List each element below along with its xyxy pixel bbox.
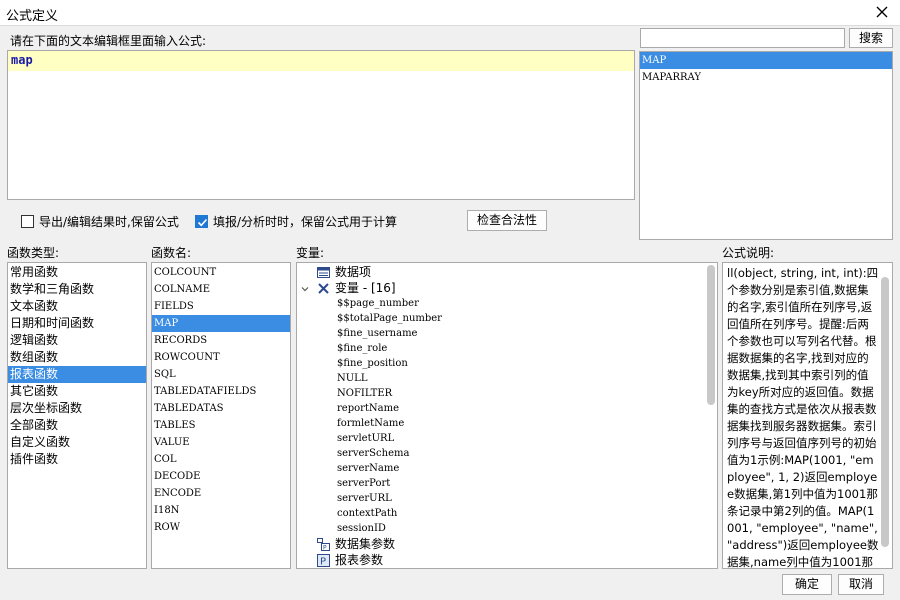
formula-text[interactable]: map	[8, 51, 634, 71]
function-type-item[interactable]: 层次坐标函数	[8, 400, 146, 417]
function-name-item[interactable]: VALUE	[152, 434, 290, 451]
description-scrollbar[interactable]	[881, 277, 889, 547]
report-param-icon: P	[317, 554, 330, 567]
chevron-down-icon[interactable]	[300, 284, 310, 294]
description-text: ll(object, string, int, int):四个参数分别是索引值,…	[727, 266, 879, 569]
description-label: 公式说明:	[722, 246, 775, 260]
ok-button[interactable]: 确定	[782, 574, 832, 595]
function-type-item[interactable]: 自定义函数	[8, 434, 146, 451]
function-type-item[interactable]: 数组函数	[8, 349, 146, 366]
function-type-item[interactable]: 全部函数	[8, 417, 146, 434]
result-item[interactable]: MAPARRAY	[640, 69, 892, 86]
function-type-item[interactable]: 插件函数	[8, 451, 146, 468]
function-name-item[interactable]: ROWCOUNT	[152, 349, 290, 366]
svg-text:P: P	[323, 545, 327, 552]
variables-tree[interactable]: 数据项 变量 - [16] $$page_number $$totalPage_…	[296, 262, 718, 569]
variable-field[interactable]: $fine_position	[337, 356, 408, 371]
variables-scrollbar[interactable]	[707, 265, 715, 405]
function-type-item[interactable]: 常用函数	[8, 264, 146, 281]
variable-field[interactable]: $$page_number	[337, 296, 419, 311]
variable-field[interactable]: serverURL	[337, 491, 392, 506]
function-name-item[interactable]: COLNAME	[152, 281, 290, 298]
variable-field[interactable]: sessionID	[337, 521, 386, 536]
variable-field[interactable]: contextPath	[337, 506, 397, 521]
fill-keep-checkbox[interactable]	[195, 215, 208, 228]
function-name-item[interactable]: ROW	[152, 519, 290, 536]
variables-label: 变量:	[296, 246, 325, 260]
function-name-item[interactable]: COL	[152, 451, 290, 468]
function-name-item[interactable]: RECORDS	[152, 332, 290, 349]
validate-button[interactable]: 检查合法性	[467, 210, 547, 231]
search-results-list[interactable]: MAP MAPARRAY	[639, 51, 893, 240]
function-type-item[interactable]: 日期和时间函数	[8, 315, 146, 332]
function-type-item[interactable]: 文本函数	[8, 298, 146, 315]
fill-keep-label: 填报/分析时时，保留公式用于计算	[213, 215, 398, 229]
function-type-item[interactable]: 报表函数	[8, 366, 146, 383]
editor-prompt: 请在下面的文本编辑框里面输入公式:	[10, 34, 207, 48]
function-name-item[interactable]: DECODE	[152, 468, 290, 485]
data-items-node[interactable]: 数据项	[335, 265, 371, 280]
variable-field[interactable]: serverSchema	[337, 446, 409, 461]
formula-editor[interactable]: map	[7, 50, 635, 200]
search-input[interactable]	[640, 28, 845, 48]
variable-field[interactable]: $$totalPage_number	[337, 311, 442, 326]
variable-field[interactable]: formletName	[337, 416, 404, 431]
export-keep-label: 导出/编辑结果时,保留公式	[39, 215, 179, 229]
variables-node[interactable]: 变量 - [16]	[335, 281, 396, 296]
variable-field[interactable]: $fine_username	[337, 326, 417, 341]
variable-field[interactable]: NULL	[337, 371, 367, 386]
variable-field[interactable]: serverName	[337, 461, 399, 476]
table-icon	[317, 267, 330, 278]
formula-description: ll(object, string, int, int):四个参数分别是索引值,…	[722, 262, 893, 569]
function-names-label: 函数名:	[151, 246, 192, 260]
function-name-item[interactable]: SQL	[152, 366, 290, 383]
result-item[interactable]: MAP	[640, 52, 892, 69]
window-title: 公式定义	[6, 9, 59, 24]
function-types-label: 函数类型:	[7, 246, 60, 260]
function-types-list[interactable]: 常用函数 数学和三角函数 文本函数 日期和时间函数 逻辑函数 数组函数 报表函数…	[7, 262, 147, 569]
function-name-item[interactable]: TABLEDATAFIELDS	[152, 383, 290, 400]
function-type-item[interactable]: 逻辑函数	[8, 332, 146, 349]
function-name-item[interactable]: TABLES	[152, 417, 290, 434]
variable-field[interactable]: servletURL	[337, 431, 394, 446]
variable-cross-icon	[318, 283, 329, 294]
function-name-item[interactable]: TABLEDATAS	[152, 400, 290, 417]
title-bar: 公式定义	[0, 0, 900, 26]
search-button[interactable]: 搜索	[849, 28, 893, 48]
close-icon[interactable]	[872, 2, 892, 22]
function-type-item[interactable]: 其它函数	[8, 383, 146, 400]
export-keep-option[interactable]: 导出/编辑结果时,保留公式	[21, 213, 179, 230]
export-keep-checkbox[interactable]	[21, 215, 34, 228]
report-params-node[interactable]: 报表参数	[335, 553, 383, 568]
function-type-item[interactable]: 数学和三角函数	[8, 281, 146, 298]
dataset-params-node[interactable]: 数据集参数	[335, 537, 395, 552]
variable-field[interactable]: serverPort	[337, 476, 390, 491]
fill-keep-option[interactable]: 填报/分析时时，保留公式用于计算	[195, 213, 397, 230]
cancel-button[interactable]: 取消	[838, 574, 884, 595]
function-name-item[interactable]: I18N	[152, 502, 290, 519]
svg-text:P: P	[320, 557, 326, 568]
variable-field[interactable]: $fine_role	[337, 341, 387, 356]
function-names-list[interactable]: COLCOUNT COLNAME FIELDS MAP RECORDS ROWC…	[151, 262, 291, 569]
function-name-item[interactable]: FIELDS	[152, 298, 290, 315]
function-name-item[interactable]: ENCODE	[152, 485, 290, 502]
variable-field[interactable]: reportName	[337, 401, 399, 416]
function-name-item[interactable]: COLCOUNT	[152, 264, 290, 281]
dataset-param-icon: P	[317, 538, 330, 551]
variable-field[interactable]: NOFILTER	[337, 386, 392, 401]
checkmark-icon	[197, 218, 208, 227]
function-name-item[interactable]: MAP	[152, 315, 290, 332]
